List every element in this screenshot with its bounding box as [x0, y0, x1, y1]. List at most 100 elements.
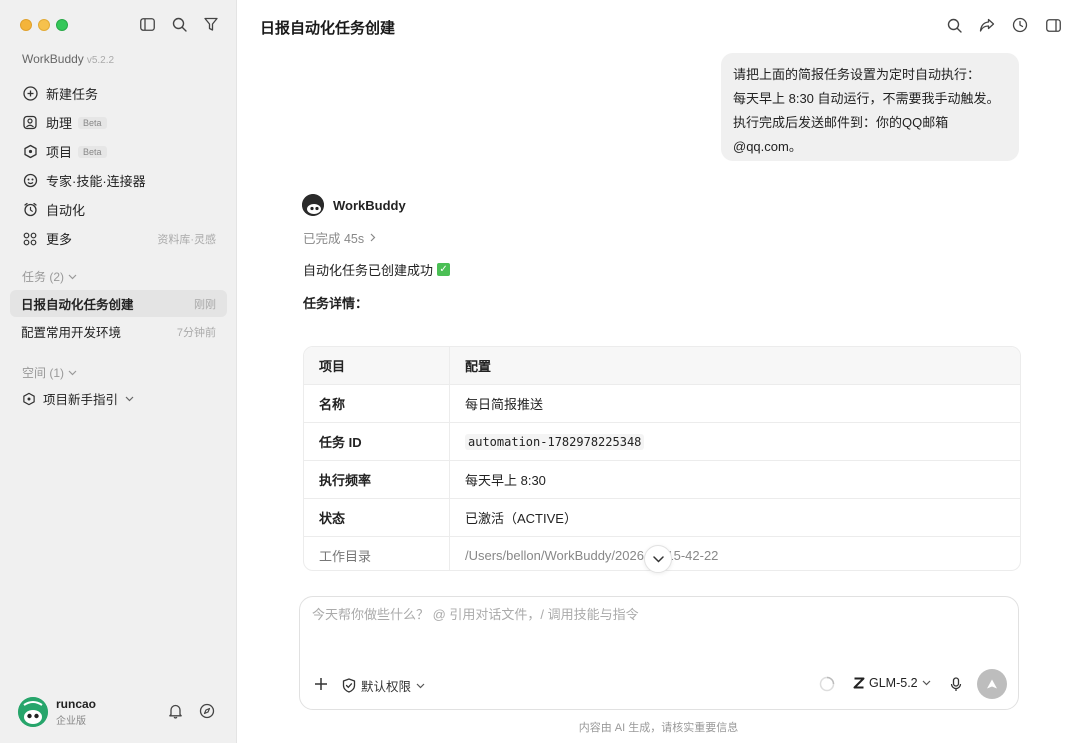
loading-spinner-icon — [819, 676, 835, 692]
chevron-down-icon — [922, 680, 931, 686]
minimize-window-button[interactable] — [38, 19, 50, 31]
table-key-cell: 名称 — [304, 385, 450, 422]
reply-success-line: 自动化任务已创建成功 ✓ — [303, 260, 451, 279]
table-value-cell: automation-1782978225348 — [450, 423, 645, 460]
toggle-panel-icon[interactable] — [1044, 16, 1062, 34]
table-row: 执行频率 每天早上 8:30 — [304, 461, 1020, 499]
agent-status-text: 已完成 45s — [303, 232, 365, 246]
table-key-cell: 状态 — [304, 499, 450, 536]
sidebar-toolbar — [138, 15, 220, 33]
user-name: runcao — [56, 697, 97, 711]
compass-icon[interactable] — [199, 703, 215, 719]
avatar — [18, 697, 48, 727]
send-button[interactable] — [977, 669, 1007, 699]
permission-dropdown[interactable]: 默认权限 — [342, 676, 425, 695]
user-profile[interactable]: runcao 企业版 — [18, 697, 96, 727]
permission-label: 默认权限 — [361, 680, 412, 694]
zhipu-logo-icon — [853, 677, 865, 689]
agent-name: WorkBuddy — [333, 197, 406, 213]
agent-status-toggle[interactable]: 已完成 45s — [303, 228, 376, 247]
sidebar-nav: 新建任务 助理 Beta 项目 Beta 专家·技能·连接器 自动化 更多 资料… — [12, 79, 226, 253]
chevron-down-icon — [652, 555, 664, 563]
nav-project[interactable]: 项目 Beta — [12, 137, 226, 166]
project-icon — [22, 144, 38, 160]
shield-check-icon — [342, 678, 356, 693]
task-time: 刚刚 — [194, 298, 216, 311]
nav-label: 自动化 — [46, 203, 86, 218]
nav-automation[interactable]: 自动化 — [12, 195, 226, 224]
chevron-down-icon — [68, 274, 77, 280]
main-toolbar — [945, 16, 1062, 34]
beta-badge: Beta — [78, 145, 107, 158]
main-panel: 日报自动化任务创建 请把上面的简报任务设置为定时自动执行： 每天早上 8:30 … — [237, 0, 1080, 743]
user-message-line: 每天早上 8:30 自动运行，不需要我手动触发。 — [733, 91, 1000, 106]
checkmark-icon: ✓ — [437, 263, 451, 276]
window-controls — [20, 19, 68, 31]
space-label: 项目新手指引 — [43, 393, 119, 407]
app-window: WorkBuddy v5.2.2 新建任务 助理 Beta 项目 Beta 专家·… — [0, 0, 1080, 743]
user-org: 企业版 — [56, 716, 86, 727]
nav-label: 专家·技能·连接器 — [46, 174, 146, 189]
task-item[interactable]: 日报自动化任务创建 刚刚 — [10, 290, 227, 317]
table-key-cell: 执行频率 — [304, 461, 450, 498]
user-message-line: 请把上面的简报任务设置为定时自动执行： — [733, 67, 981, 82]
chevron-down-icon — [125, 396, 134, 402]
add-attachment-button[interactable] — [312, 675, 330, 693]
nav-more[interactable]: 更多 资料库·灵感 — [12, 224, 226, 253]
nav-label: 更多 — [46, 232, 73, 247]
message-composer: 默认权限 GLM-5.2 — [299, 596, 1019, 710]
plus-circle-icon — [22, 86, 38, 102]
plus-icon — [315, 678, 327, 690]
share-icon[interactable] — [978, 16, 996, 34]
spaces-section-header[interactable]: 空间 (1) — [22, 364, 77, 381]
chevron-right-icon — [370, 233, 376, 242]
model-label: GLM-5.2 — [869, 676, 918, 690]
sidebar: WorkBuddy v5.2.2 新建任务 助理 Beta 项目 Beta 专家·… — [0, 0, 237, 743]
toggle-sidebar-icon[interactable] — [138, 15, 156, 33]
model-selector[interactable]: GLM-5.2 — [853, 676, 931, 690]
scroll-to-bottom-button[interactable] — [644, 545, 672, 573]
microphone-icon — [950, 676, 962, 691]
user-message-bubble: 请把上面的简报任务设置为定时自动执行： 每天早上 8:30 自动运行，不需要我手… — [721, 53, 1019, 161]
page-title: 日报自动化任务创建 — [260, 20, 396, 37]
table-row: 任务 ID automation-1782978225348 — [304, 423, 1020, 461]
table-header-cell: 项目 — [304, 347, 450, 384]
table-header-row: 项目 配置 — [304, 347, 1020, 385]
app-brand: WorkBuddy v5.2.2 — [22, 52, 114, 66]
nav-label: 助理 — [46, 116, 73, 131]
nav-assistant[interactable]: 助理 Beta — [12, 108, 226, 137]
bell-icon[interactable] — [168, 703, 183, 719]
task-list: 日报自动化任务创建 刚刚 配置常用开发环境 7分钟前 — [10, 290, 227, 346]
nav-label: 新建任务 — [46, 87, 99, 102]
maximize-window-button[interactable] — [56, 19, 68, 31]
space-item[interactable]: 项目新手指引 — [22, 389, 134, 408]
message-input[interactable] — [312, 607, 1002, 622]
user-message-line: 执行完成后发送邮件到：你的QQ邮箱@qq.com。 — [733, 115, 949, 154]
agent-logo-icon — [302, 194, 324, 216]
nav-label: 项目 — [46, 145, 73, 160]
nav-experts[interactable]: 专家·技能·连接器 — [12, 166, 226, 195]
send-arrow-icon — [987, 679, 997, 689]
task-item[interactable]: 配置常用开发环境 7分钟前 — [10, 318, 227, 345]
search-icon[interactable] — [945, 16, 963, 34]
history-icon[interactable] — [1011, 16, 1029, 34]
chevron-down-icon — [68, 370, 77, 376]
close-window-button[interactable] — [20, 19, 32, 31]
user-toolbar — [168, 703, 215, 719]
tasks-section-header[interactable]: 任务 (2) — [22, 268, 77, 285]
app-name: WorkBuddy — [22, 52, 84, 66]
nav-new-task[interactable]: 新建任务 — [12, 79, 226, 108]
grid-icon — [22, 231, 38, 247]
table-row: 状态 已激活（ACTIVE） — [304, 499, 1020, 537]
table-key-cell: 工作目录 — [304, 537, 450, 570]
task-details-table: 项目 配置 名称 每日简报推送 任务 ID automation-1782978… — [303, 346, 1021, 571]
nav-hint: 资料库·灵感 — [157, 233, 216, 246]
spaces-section-title: 空间 (1) — [22, 366, 65, 380]
table-value-cell: 已激活（ACTIVE） — [465, 511, 577, 526]
microphone-button[interactable] — [947, 675, 965, 693]
filter-icon[interactable] — [202, 15, 220, 33]
expert-icon — [22, 173, 38, 189]
task-label: 日报自动化任务创建 — [21, 298, 134, 312]
table-header-cell: 配置 — [465, 359, 492, 374]
search-icon[interactable] — [170, 15, 188, 33]
